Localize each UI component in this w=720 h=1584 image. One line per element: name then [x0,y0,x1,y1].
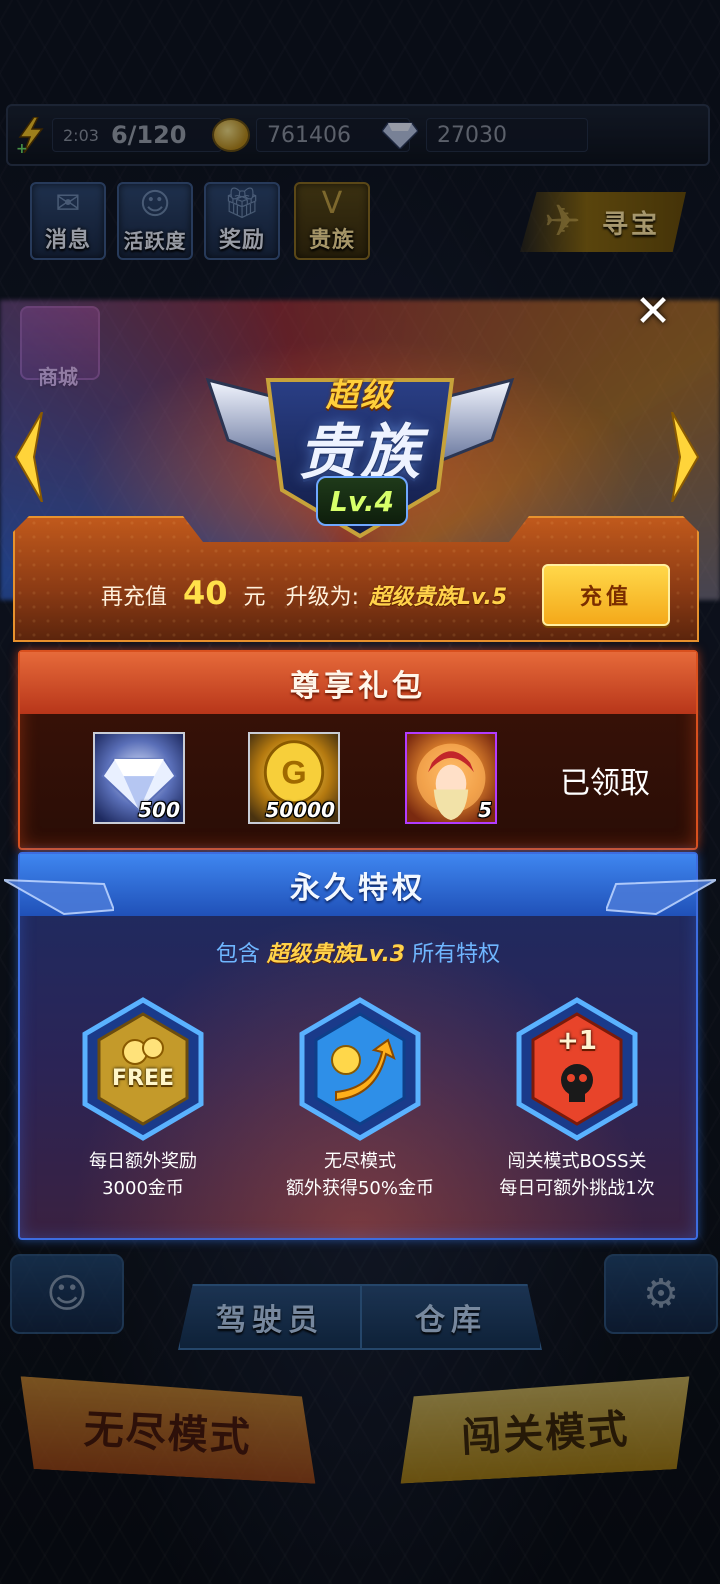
next-arrow-button[interactable] [668,411,702,503]
perk-endless-bonus: 无尽模式 额外获得50%金币 [260,996,460,1202]
exclusive-gift-section: 尊享礼包 500 G 50000 5 已领取 [18,650,698,850]
coin-boost-icon [296,996,424,1142]
upgrade-target: 超级贵族Lv.5 [368,585,508,610]
close-icon: ✕ [634,285,672,337]
perk-line-1: 闯关模式BOSS关 [507,1151,647,1172]
permanent-privileges-section: 永久特权 包含 超级贵族Lv.3 所有特权 FREE 每日额外奖励 3000金币 [18,852,698,1240]
recharge-unit: 元 [243,585,266,610]
recharge-header: 再充值 40 元 升级为: 超级贵族Lv.5 充值 [13,516,699,642]
free-coins-icon: FREE [79,996,207,1142]
perk-daily-gold: FREE 每日额外奖励 3000金币 [43,996,243,1202]
upgrade-label: 升级为: [285,585,359,610]
svg-text:G: G [281,755,306,791]
noble-level-badge: 超级 贵族 Lv.4 [198,340,522,540]
free-badge-text: FREE [111,1066,175,1091]
skull-plus-one-icon: +1 [513,996,641,1142]
perk-line-1: 无尽模式 [324,1151,396,1172]
recharge-button[interactable]: 充值 [542,564,670,626]
right-wing-ornament [604,870,717,922]
chevron-left-icon [14,411,43,503]
perm-sub-suffix: 所有特权 [412,942,501,967]
close-button[interactable]: ✕ [628,285,678,337]
perk-line-2: 3000金币 [102,1178,184,1199]
gift-item-qty: 50000 [265,798,335,822]
perk-line-2: 每日可额外挑战1次 [499,1178,655,1199]
perk-line-1: 每日额外奖励 [89,1151,197,1172]
perk-line-2: 额外获得50%金币 [285,1178,434,1199]
gift-title: 尊享礼包 [20,652,696,714]
perm-sub-prefix: 包含 [215,942,260,967]
plus-one-text: +1 [557,1026,597,1056]
gift-item-hero[interactable]: 5 [405,732,497,824]
recharge-amount: 40 [183,574,228,612]
recharge-prefix: 再充值 [101,585,168,610]
left-wing-ornament [3,870,116,922]
recharge-button-label: 充值 [579,585,632,610]
gift-item-gold[interactable]: G 50000 [248,732,340,824]
previous-arrow-button[interactable] [12,411,46,503]
perm-subtitle: 包含 超级贵族Lv.3 所有特权 [20,936,696,968]
gift-item-diamond[interactable]: 500 [93,732,185,824]
recharge-info: 再充值 40 元 升级为: 超级贵族Lv.5 [101,574,507,612]
gift-item-qty: 5 [478,798,492,822]
gift-item-qty: 500 [138,798,180,822]
perm-sub-highlight: 超级贵族Lv.3 [266,942,406,967]
gift-claimed-status: 已领取 [560,766,650,801]
perm-title: 永久特权 [20,854,696,916]
noble-panel: 再充值 40 元 升级为: 超级贵族Lv.5 充值 尊享礼包 500 G 500… [13,516,699,1242]
chevron-right-icon [671,411,700,503]
perk-boss-challenge: +1 闯关模式BOSS关 每日可额外挑战1次 [477,996,677,1202]
